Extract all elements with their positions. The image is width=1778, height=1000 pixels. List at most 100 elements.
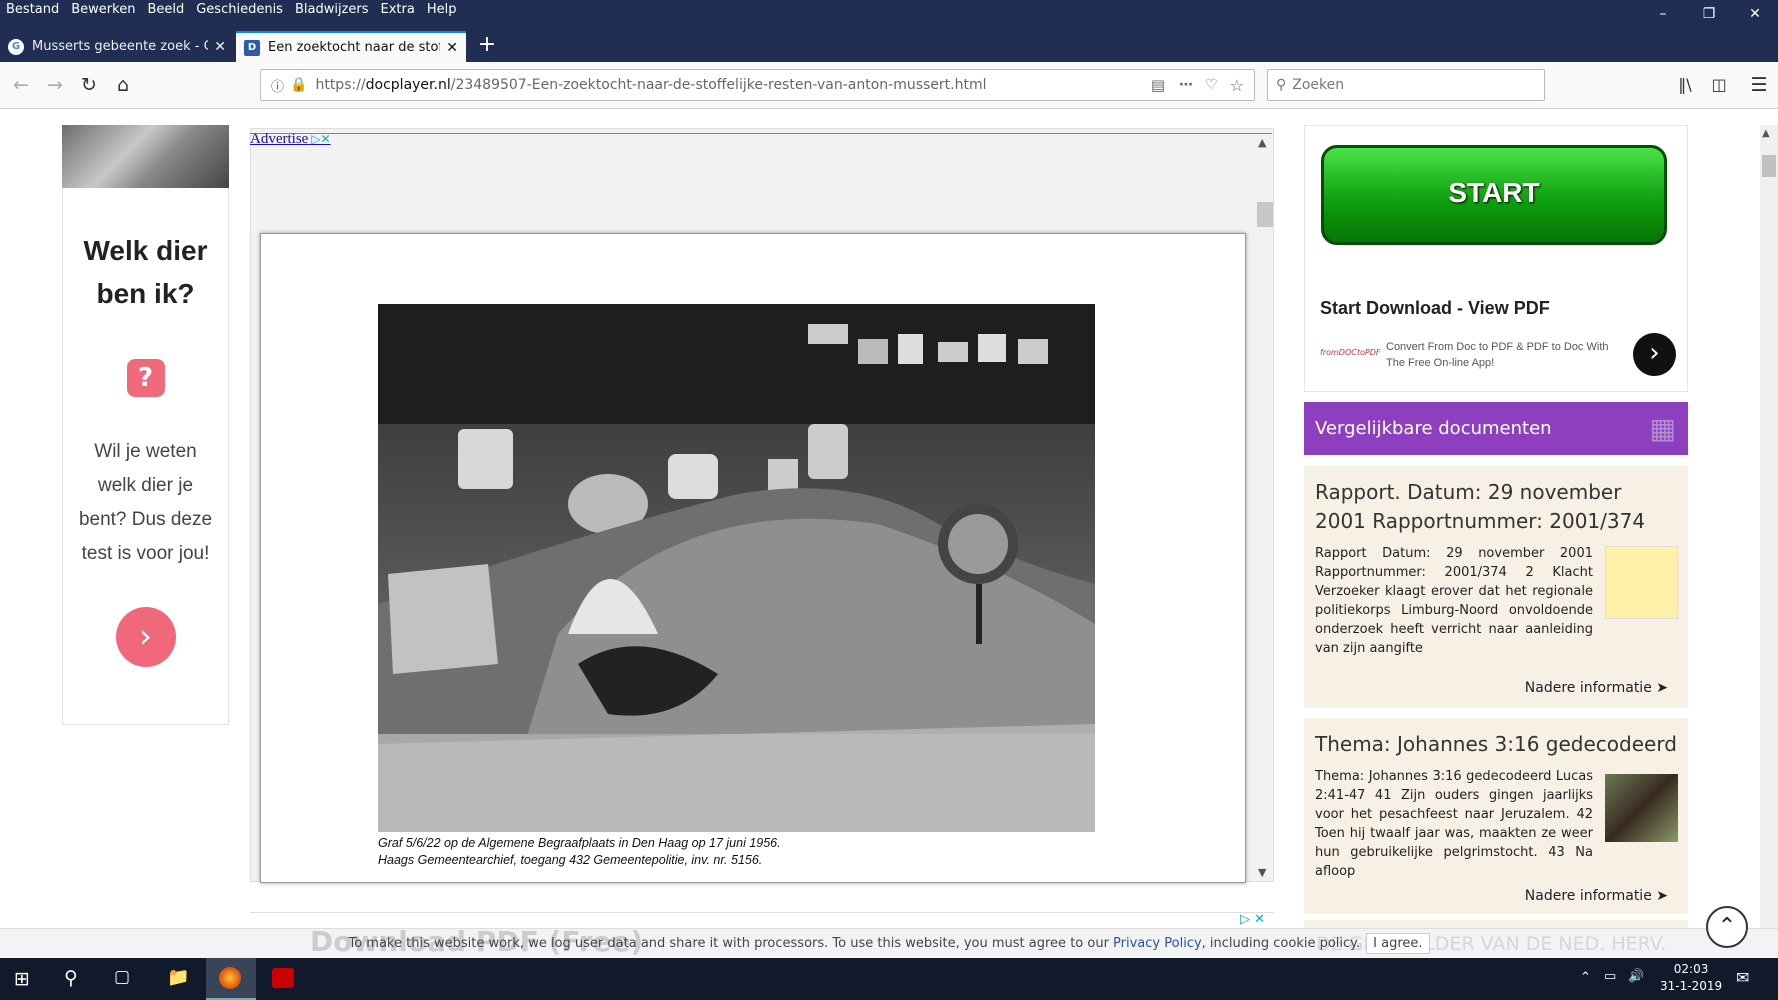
menu-beeld[interactable]: Beeld [141, 0, 190, 22]
menu-bladwijzers[interactable]: Bladwijzers [289, 0, 375, 22]
lock-icon: 🔒 [290, 77, 308, 93]
close-tab-icon[interactable]: ✕ [446, 40, 458, 56]
url-prefix: https:// [315, 77, 366, 93]
clock[interactable]: 02:03 31-1-2019 [1660, 961, 1722, 995]
more-info-link[interactable]: Nadere informatie ➤ [1525, 680, 1668, 696]
forward-icon[interactable]: → [40, 70, 70, 100]
search-box[interactable]: ⚲ Zoeken [1267, 69, 1545, 101]
menu-bar: Bestand Bewerken Beeld Geschiedenis Blad… [0, 0, 462, 22]
search-placeholder: Zoeken [1292, 77, 1345, 93]
notification-icon[interactable]: ✉ [1736, 968, 1749, 987]
tab-docplayer[interactable]: D Een zoektocht naar de stoffelijk ✕ [236, 31, 466, 62]
ad-next-button[interactable]: › [115, 607, 176, 667]
puzzle-icon: ▦ [1649, 412, 1676, 445]
similar-doc-title[interactable]: Thema: Johannes 3:16 gedecodeerd [1315, 730, 1677, 759]
sidebar-icon[interactable]: ◫ [1704, 70, 1734, 100]
close-tab-icon[interactable]: ✕ [214, 39, 226, 55]
question-icon: ? [126, 359, 165, 397]
advertise-link[interactable]: Advertise ▷✕ [250, 131, 331, 148]
search-icon: ⚲ [1276, 77, 1287, 93]
cookie-agree-button[interactable]: I agree. [1366, 933, 1430, 954]
cookie-text-wrap: To make this website work, we log user d… [348, 936, 1360, 951]
menu-bestand[interactable]: Bestand [0, 0, 65, 22]
clock-date: 31-1-2019 [1660, 979, 1723, 993]
caption-line-1: Graf 5/6/22 op de Algemene Begraafplaats… [378, 836, 781, 850]
reload-icon[interactable]: ↻ [74, 70, 104, 100]
similar-docs-title: Vergelijkbare documenten [1315, 418, 1552, 439]
close-window-icon[interactable]: ✕ [1732, 0, 1778, 30]
pocket-icon[interactable]: ♡ [1205, 77, 1218, 93]
viewer-scrollbar-thumb[interactable] [1257, 202, 1273, 227]
app-icon[interactable] [272, 968, 294, 988]
similar-doc-card-partial[interactable] [1304, 920, 1688, 928]
similar-docs-header: Vergelijkbare documenten ▦ [1304, 402, 1688, 455]
taskbar-search-icon[interactable]: ⚲ [64, 967, 78, 989]
similar-doc-card[interactable]: Rapport. Datum: 29 november 2001 Rapport… [1304, 466, 1688, 708]
home-icon[interactable]: ⌂ [108, 70, 138, 100]
scroll-down-icon[interactable]: ▼ [1258, 866, 1266, 879]
scroll-up-icon[interactable]: ▲ [1258, 136, 1266, 149]
page-actions-icon[interactable]: ⋯ [1179, 77, 1193, 93]
start-button[interactable]: START [1321, 145, 1667, 245]
windows-taskbar: ⊞ ⚲ ▢ 📁 ⌃ ▭ 🔊 02:03 31-1-2019 ✉ [0, 958, 1778, 1000]
right-ad-brand: fromDOCtoPDF [1320, 348, 1381, 357]
hamburger-menu-icon[interactable]: ☰ [1744, 70, 1774, 100]
right-ad-next-icon[interactable]: › [1633, 333, 1676, 376]
left-advertisement[interactable]: Welk dier ben ik? ? Wil je weten welk di… [62, 125, 229, 725]
google-favicon-icon: G [8, 38, 24, 55]
more-info-link[interactable]: Nadere informatie ➤ [1525, 888, 1668, 904]
more-info-label: Nadere informatie [1524, 680, 1652, 696]
cat-image [62, 125, 229, 188]
new-tab-icon[interactable]: + [472, 31, 502, 62]
adchoices-bottom-icon[interactable]: ▷ ✕ [1240, 912, 1265, 927]
page-scroll-up-icon[interactable]: ▲ [1762, 128, 1770, 139]
menu-bewerken[interactable]: Bewerken [65, 0, 141, 22]
arrow-circle-icon: ➤ [1656, 888, 1668, 904]
doc-thumbnail[interactable] [1605, 774, 1678, 842]
task-view-icon[interactable]: ▢ [114, 967, 130, 987]
reader-view-icon[interactable]: ▤ [1151, 76, 1165, 94]
restore-icon[interactable]: ❐ [1686, 0, 1732, 30]
grave-photo [378, 304, 1095, 832]
back-icon[interactable]: ← [6, 70, 36, 100]
more-info-label: Nadere informatie [1524, 888, 1652, 904]
page-scrollbar-thumb[interactable] [1762, 155, 1776, 177]
adchoices-icon[interactable]: ▷✕ [308, 132, 330, 146]
similar-doc-text: Thema: Johannes 3:16 gedecodeerd Lucas 2… [1315, 769, 1593, 879]
right-ad-text: Convert From Doc to PDF & PDF to Doc Wit… [1386, 341, 1609, 369]
url-bar[interactable]: ⓘ 🔒 https://docplayer.nl/23489507-Een-zo… [260, 69, 1255, 101]
menu-geschiedenis[interactable]: Geschiedenis [190, 0, 289, 22]
clock-time: 02:03 [1673, 962, 1709, 976]
doc-thumbnail[interactable] [1605, 546, 1678, 619]
network-icon[interactable]: ▭ [1604, 969, 1616, 984]
minimize-icon[interactable]: – [1640, 0, 1686, 30]
cookie-bar: Download PDF (Free) DE GRAFKELDER VAN DE… [0, 925, 1778, 958]
window-controls: – ❐ ✕ [1640, 0, 1778, 30]
viewer-divider [250, 133, 1272, 134]
right-ad-title[interactable]: Start Download - View PDF [1320, 298, 1550, 319]
scroll-to-top-icon[interactable]: ⌃ [1706, 906, 1748, 948]
privacy-policy-link[interactable]: Privacy Policy [1113, 936, 1202, 951]
url-text[interactable]: https://docplayer.nl/23489507-Een-zoekto… [315, 77, 986, 93]
firefox-icon [219, 967, 241, 989]
file-explorer-icon[interactable]: 📁 [167, 967, 189, 988]
tab-title: Een zoektocht naar de stoffelijk [268, 40, 440, 55]
tab-google[interactable]: G Musserts gebeente zoek - Goo ✕ [0, 31, 234, 62]
info-icon[interactable]: ⓘ [271, 76, 284, 95]
similar-doc-text: Rapport Datum: 29 november 2001 Rapportn… [1315, 546, 1593, 656]
page-scrollbar[interactable] [1760, 125, 1778, 958]
docplayer-favicon-icon: D [244, 39, 260, 56]
caption-line-2: Haags Gemeentearchief, toegang 432 Gemee… [378, 853, 763, 867]
cookie-text: To make this website work, we log user d… [348, 936, 1114, 951]
ad-title: Welk dier ben ik? [83, 235, 208, 309]
url-path: /23489507-Een-zoektocht-naar-de-stoffeli… [450, 77, 987, 93]
bookmark-star-icon[interactable]: ☆ [1230, 76, 1244, 95]
menu-help[interactable]: Help [421, 0, 463, 22]
tray-chevron-icon[interactable]: ⌃ [1580, 970, 1591, 985]
menu-extra[interactable]: Extra [375, 0, 421, 22]
library-icon[interactable]: ‖\ [1670, 70, 1700, 100]
similar-doc-card[interactable]: Thema: Johannes 3:16 gedecodeerd Thema: … [1304, 718, 1688, 914]
similar-doc-title[interactable]: Rapport. Datum: 29 november 2001 Rapport… [1315, 478, 1677, 536]
windows-start-icon[interactable]: ⊞ [14, 968, 30, 990]
volume-icon[interactable]: 🔊 [1628, 969, 1644, 984]
